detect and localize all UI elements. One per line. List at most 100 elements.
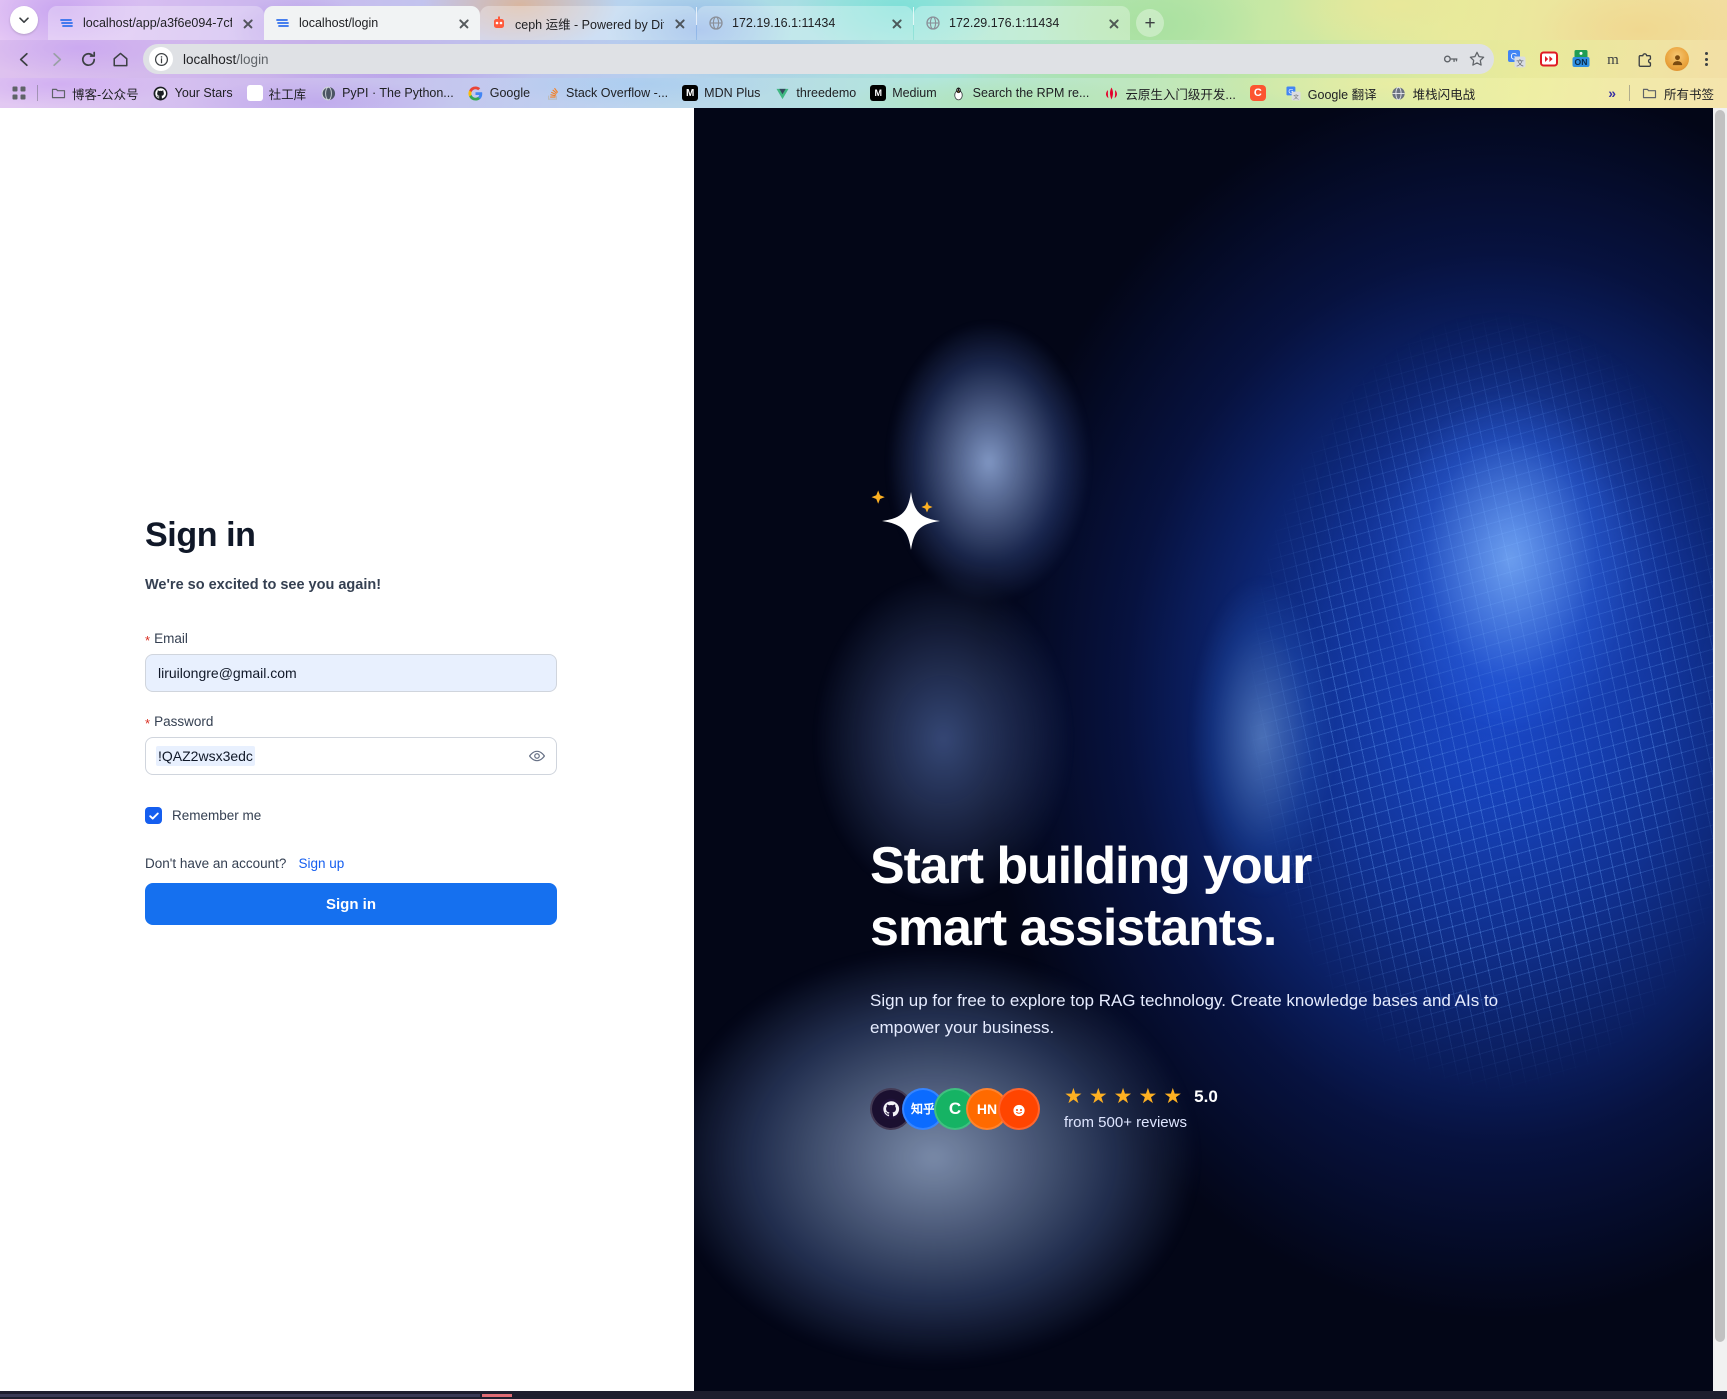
vite-icon xyxy=(774,85,790,101)
linux-penguin-icon xyxy=(951,85,967,101)
browser-tab[interactable]: 172.29.176.1:11434 xyxy=(914,6,1130,40)
on-toggle-extension-icon[interactable]: ON xyxy=(1568,46,1594,72)
browser-tab[interactable]: localhost/app/a3f6e094-7cf... xyxy=(48,6,264,40)
reddit-avatar xyxy=(998,1087,1040,1130)
taskbar-indicator xyxy=(482,1393,512,1397)
mdn-icon: M xyxy=(682,85,699,101)
m-extension-icon[interactable]: m xyxy=(1600,46,1626,72)
medium-icon: M xyxy=(870,85,887,101)
browser-tab[interactable]: 172.19.16.1:11434 xyxy=(697,6,913,40)
close-icon[interactable] xyxy=(240,15,256,31)
page-scrollbar[interactable] xyxy=(1713,108,1727,1391)
close-icon[interactable] xyxy=(889,15,905,31)
chevron-down-icon[interactable] xyxy=(10,6,38,34)
hero-copy: Start building your smart assistants. Si… xyxy=(870,836,1510,1131)
dify-logo-icon xyxy=(275,15,291,31)
stackoverflow-icon xyxy=(544,85,560,101)
google-translate-extension-icon[interactable]: G文 xyxy=(1504,46,1530,72)
remember-me-label[interactable]: Remember me xyxy=(172,808,261,823)
password-label-text: Password xyxy=(154,714,214,729)
bookmark-item[interactable]: G文 Google 翻译 xyxy=(1279,81,1384,106)
info-circle-icon[interactable] xyxy=(149,47,173,71)
home-button[interactable] xyxy=(104,43,136,75)
bookmark-item[interactable]: 社工库 xyxy=(240,81,314,106)
rating-value: 5.0 xyxy=(1194,1086,1218,1106)
tab-title: localhost/app/a3f6e094-7cf... xyxy=(83,16,232,30)
forward-button[interactable] xyxy=(40,43,72,75)
globe-icon xyxy=(925,15,941,31)
svg-text:文: 文 xyxy=(1294,92,1300,100)
bookmark-item[interactable]: 博客-公众号 xyxy=(43,81,146,106)
bookmark-item[interactable]: PyPI · The Python... xyxy=(313,82,461,104)
profile-avatar[interactable] xyxy=(1665,47,1689,71)
sparkle-icon xyxy=(868,478,954,564)
browser-tab[interactable]: ceph 运维 - Powered by Dify xyxy=(480,6,696,40)
double-chevron-icon[interactable]: » xyxy=(1600,85,1624,101)
remember-me-row[interactable]: Remember me xyxy=(145,807,557,824)
sign-in-button[interactable]: Sign in xyxy=(145,883,557,925)
signup-link[interactable]: Sign up xyxy=(298,856,344,871)
bookmark-item[interactable]: Google xyxy=(461,82,537,104)
bookmark-label: Search the RPM re... xyxy=(972,86,1090,100)
tab-title: localhost/login xyxy=(299,16,379,30)
apps-grid-icon[interactable] xyxy=(6,80,32,106)
video-speed-extension-icon[interactable] xyxy=(1536,46,1562,72)
bookmark-item[interactable]: threedemo xyxy=(767,82,863,104)
email-field[interactable]: liruilongre@gmail.com xyxy=(145,654,557,692)
google-icon xyxy=(468,85,484,101)
reviewer-avatars: 知乎 C HN xyxy=(870,1087,1040,1130)
extensions-puzzle-icon[interactable] xyxy=(1632,46,1658,72)
bookmark-item[interactable]: Stack Overflow -... xyxy=(537,82,675,104)
pypi-icon xyxy=(320,85,336,101)
bookmark-item[interactable]: M MDN Plus xyxy=(675,82,767,104)
required-asterisk: * xyxy=(145,633,151,648)
bookmarks-divider xyxy=(37,85,38,101)
password-field-group: * Password !QAZ2wsx3edc xyxy=(145,714,557,775)
tab-strip: localhost/app/a3f6e094-7cf... localhost/… xyxy=(0,0,1727,40)
no-account-text: Don't have an account? xyxy=(145,856,287,871)
scrollbar-thumb[interactable] xyxy=(1715,110,1725,1342)
all-bookmarks-button[interactable]: 所有书签 xyxy=(1635,81,1721,106)
password-label: * Password xyxy=(145,714,557,730)
bookmark-label: Your Stars xyxy=(174,86,233,100)
back-button[interactable] xyxy=(8,43,40,75)
bookmark-item[interactable]: C xyxy=(1243,82,1279,104)
bookmark-item[interactable]: Search the RPM re... xyxy=(944,82,1097,104)
eye-icon[interactable] xyxy=(527,746,547,766)
bookmarks-divider-2 xyxy=(1628,85,1630,101)
hero-headline-line2: smart assistants. xyxy=(870,898,1277,957)
remember-me-checkbox[interactable] xyxy=(145,807,162,824)
close-icon[interactable] xyxy=(672,15,688,31)
url-value: localhost xyxy=(183,51,237,67)
signin-pane: Sign in We're so excited to see you agai… xyxy=(0,108,694,1391)
three-dot-menu-icon[interactable] xyxy=(1693,46,1719,72)
browser-toolbar: localhost/login G文 ON m xyxy=(0,40,1727,78)
address-bar[interactable]: localhost/login xyxy=(143,44,1494,74)
close-icon[interactable] xyxy=(1106,15,1122,31)
new-tab-button[interactable]: + xyxy=(1136,9,1164,37)
bookmark-label: Google xyxy=(489,86,531,100)
google-translate-icon: G文 xyxy=(1286,85,1302,101)
bookmark-item[interactable]: Your Stars xyxy=(146,82,240,104)
bookmark-item[interactable]: 云原生入门级开发... xyxy=(1096,81,1242,106)
bookmark-label: Stack Overflow -... xyxy=(566,86,669,100)
star-icon: ★ xyxy=(1163,1085,1183,1108)
password-field[interactable] xyxy=(145,737,557,775)
huawei-icon xyxy=(1103,85,1119,101)
email-label-text: Email xyxy=(154,631,188,646)
key-icon[interactable] xyxy=(1438,46,1464,72)
bookmark-label: PyPI · The Python... xyxy=(342,86,454,100)
browser-tab-active[interactable]: localhost/login xyxy=(264,6,480,40)
close-icon[interactable] xyxy=(456,15,472,31)
bookmark-item[interactable]: 堆栈闪电战 xyxy=(1384,81,1483,106)
star-icon[interactable] xyxy=(1464,46,1490,72)
reload-button[interactable] xyxy=(72,43,104,75)
bookmark-label: 堆栈闪电战 xyxy=(1412,87,1476,102)
star-rating: ★ ★ ★ ★ ★ 5.0 xyxy=(1064,1086,1218,1107)
page-viewport: Sign in We're so excited to see you agai… xyxy=(0,108,1727,1391)
tab-search-area xyxy=(0,0,48,40)
url-text[interactable]: localhost/login xyxy=(173,52,1438,67)
tab-title: 172.19.16.1:11434 xyxy=(732,16,836,30)
bookmark-item[interactable]: M Medium xyxy=(863,82,943,104)
bookmark-label: MDN Plus xyxy=(704,86,761,100)
